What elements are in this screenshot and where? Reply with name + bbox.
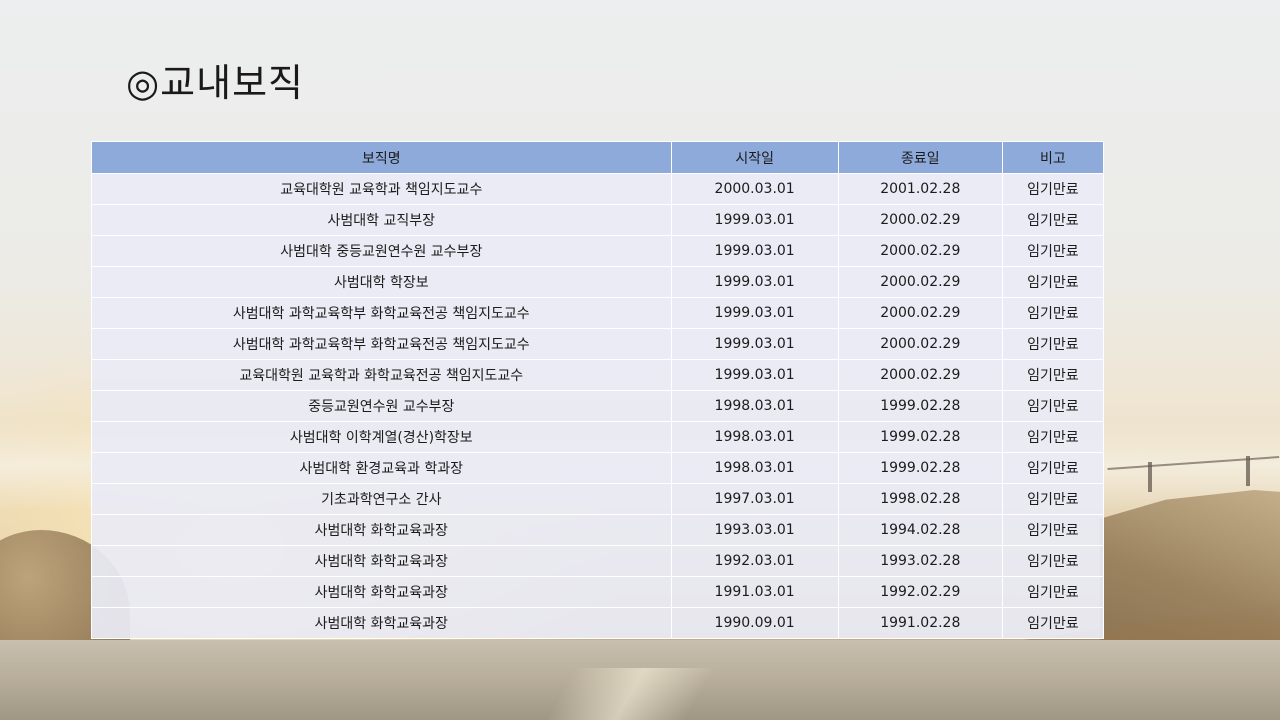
cell-position: 교육대학원 교육학과 책임지도교수 <box>91 173 672 205</box>
table-header-row: 보직명 시작일 종료일 비고 <box>91 141 1105 174</box>
background-rail-post <box>1246 456 1250 486</box>
cell-start-date: 1999.03.01 <box>670 297 839 329</box>
cell-start-date: 1998.03.01 <box>670 421 839 453</box>
positions-table: 보직명 시작일 종료일 비고 교육대학원 교육학과 책임지도교수 2000.03… <box>91 141 1105 639</box>
cell-note: 임기만료 <box>1001 483 1105 515</box>
cell-note: 임기만료 <box>1001 514 1105 546</box>
cell-position: 기초과학연구소 간사 <box>91 483 672 515</box>
table-row: 사범대학 환경교육과 학과장 1998.03.01 1999.02.28 임기만… <box>91 452 1105 484</box>
table-row: 사범대학 과학교육학부 화학교육전공 책임지도교수 1999.03.01 200… <box>91 328 1105 360</box>
slide: ◎교내보직 보직명 시작일 종료일 비고 교육대학원 교육학과 책임지도교수 2… <box>0 0 1280 720</box>
cell-end-date: 2000.02.29 <box>837 235 1003 267</box>
cell-end-date: 1991.02.28 <box>837 607 1003 639</box>
background-rail-post <box>1148 462 1152 492</box>
cell-note: 임기만료 <box>1001 204 1105 236</box>
table-row: 사범대학 교직부장 1999.03.01 2000.02.29 임기만료 <box>91 204 1105 236</box>
cell-start-date: 1999.03.01 <box>670 204 839 236</box>
cell-start-date: 1998.03.01 <box>670 452 839 484</box>
cell-start-date: 1993.03.01 <box>670 514 839 546</box>
table-row: 사범대학 중등교원연수원 교수부장 1999.03.01 2000.02.29 … <box>91 235 1105 267</box>
cell-position: 사범대학 교직부장 <box>91 204 672 236</box>
cell-note: 임기만료 <box>1001 266 1105 298</box>
cell-note: 임기만료 <box>1001 421 1105 453</box>
cell-note: 임기만료 <box>1001 452 1105 484</box>
cell-end-date: 1999.02.28 <box>837 421 1003 453</box>
cell-end-date: 1998.02.28 <box>837 483 1003 515</box>
header-position: 보직명 <box>91 141 672 174</box>
cell-position: 사범대학 과학교육학부 화학교육전공 책임지도교수 <box>91 297 672 329</box>
cell-position: 중등교원연수원 교수부장 <box>91 390 672 422</box>
cell-start-date: 1999.03.01 <box>670 235 839 267</box>
cell-note: 임기만료 <box>1001 359 1105 391</box>
cell-start-date: 1990.09.01 <box>670 607 839 639</box>
cell-start-date: 2000.03.01 <box>670 173 839 205</box>
cell-start-date: 1992.03.01 <box>670 545 839 577</box>
header-start-date: 시작일 <box>670 141 839 174</box>
table-row: 사범대학 화학교육과장 1990.09.01 1991.02.28 임기만료 <box>91 607 1105 639</box>
table-row: 사범대학 화학교육과장 1991.03.01 1992.02.29 임기만료 <box>91 576 1105 608</box>
table-row: 사범대학 화학교육과장 1992.03.01 1993.02.28 임기만료 <box>91 545 1105 577</box>
cell-start-date: 1998.03.01 <box>670 390 839 422</box>
cell-position: 사범대학 중등교원연수원 교수부장 <box>91 235 672 267</box>
cell-note: 임기만료 <box>1001 235 1105 267</box>
table-row: 사범대학 학장보 1999.03.01 2000.02.29 임기만료 <box>91 266 1105 298</box>
cell-position: 사범대학 화학교육과장 <box>91 514 672 546</box>
cell-note: 임기만료 <box>1001 390 1105 422</box>
cell-note: 임기만료 <box>1001 607 1105 639</box>
table-row: 교육대학원 교육학과 화학교육전공 책임지도교수 1999.03.01 2000… <box>91 359 1105 391</box>
cell-end-date: 1993.02.28 <box>837 545 1003 577</box>
cell-position: 사범대학 환경교육과 학과장 <box>91 452 672 484</box>
cell-position: 사범대학 이학계열(경산)학장보 <box>91 421 672 453</box>
cell-position: 사범대학 화학교육과장 <box>91 607 672 639</box>
cell-start-date: 1999.03.01 <box>670 266 839 298</box>
cell-start-date: 1999.03.01 <box>670 359 839 391</box>
cell-position: 사범대학 화학교육과장 <box>91 576 672 608</box>
cell-note: 임기만료 <box>1001 576 1105 608</box>
cell-position: 사범대학 학장보 <box>91 266 672 298</box>
cell-start-date: 1999.03.01 <box>670 328 839 360</box>
cell-end-date: 1999.02.28 <box>837 452 1003 484</box>
cell-end-date: 2000.02.29 <box>837 328 1003 360</box>
table-row: 사범대학 화학교육과장 1993.03.01 1994.02.28 임기만료 <box>91 514 1105 546</box>
cell-end-date: 2000.02.29 <box>837 359 1003 391</box>
cell-position: 교육대학원 교육학과 화학교육전공 책임지도교수 <box>91 359 672 391</box>
table-row: 중등교원연수원 교수부장 1998.03.01 1999.02.28 임기만료 <box>91 390 1105 422</box>
cell-note: 임기만료 <box>1001 297 1105 329</box>
cell-end-date: 1992.02.29 <box>837 576 1003 608</box>
cell-end-date: 2001.02.28 <box>837 173 1003 205</box>
cell-end-date: 2000.02.29 <box>837 266 1003 298</box>
cell-end-date: 1994.02.28 <box>837 514 1003 546</box>
table-row: 사범대학 이학계열(경산)학장보 1998.03.01 1999.02.28 임… <box>91 421 1105 453</box>
slide-title: ◎교내보직 <box>126 61 304 105</box>
cell-start-date: 1991.03.01 <box>670 576 839 608</box>
cell-note: 임기만료 <box>1001 173 1105 205</box>
cell-note: 임기만료 <box>1001 545 1105 577</box>
cell-position: 사범대학 과학교육학부 화학교육전공 책임지도교수 <box>91 328 672 360</box>
table-row: 교육대학원 교육학과 책임지도교수 2000.03.01 2001.02.28 … <box>91 173 1105 205</box>
header-end-date: 종료일 <box>837 141 1003 174</box>
cell-end-date: 2000.02.29 <box>837 204 1003 236</box>
table-row: 사범대학 과학교육학부 화학교육전공 책임지도교수 1999.03.01 200… <box>91 297 1105 329</box>
header-note: 비고 <box>1001 141 1105 174</box>
cell-position: 사범대학 화학교육과장 <box>91 545 672 577</box>
table-row: 기초과학연구소 간사 1997.03.01 1998.02.28 임기만료 <box>91 483 1105 515</box>
cell-end-date: 1999.02.28 <box>837 390 1003 422</box>
cell-start-date: 1997.03.01 <box>670 483 839 515</box>
cell-end-date: 2000.02.29 <box>837 297 1003 329</box>
cell-note: 임기만료 <box>1001 328 1105 360</box>
